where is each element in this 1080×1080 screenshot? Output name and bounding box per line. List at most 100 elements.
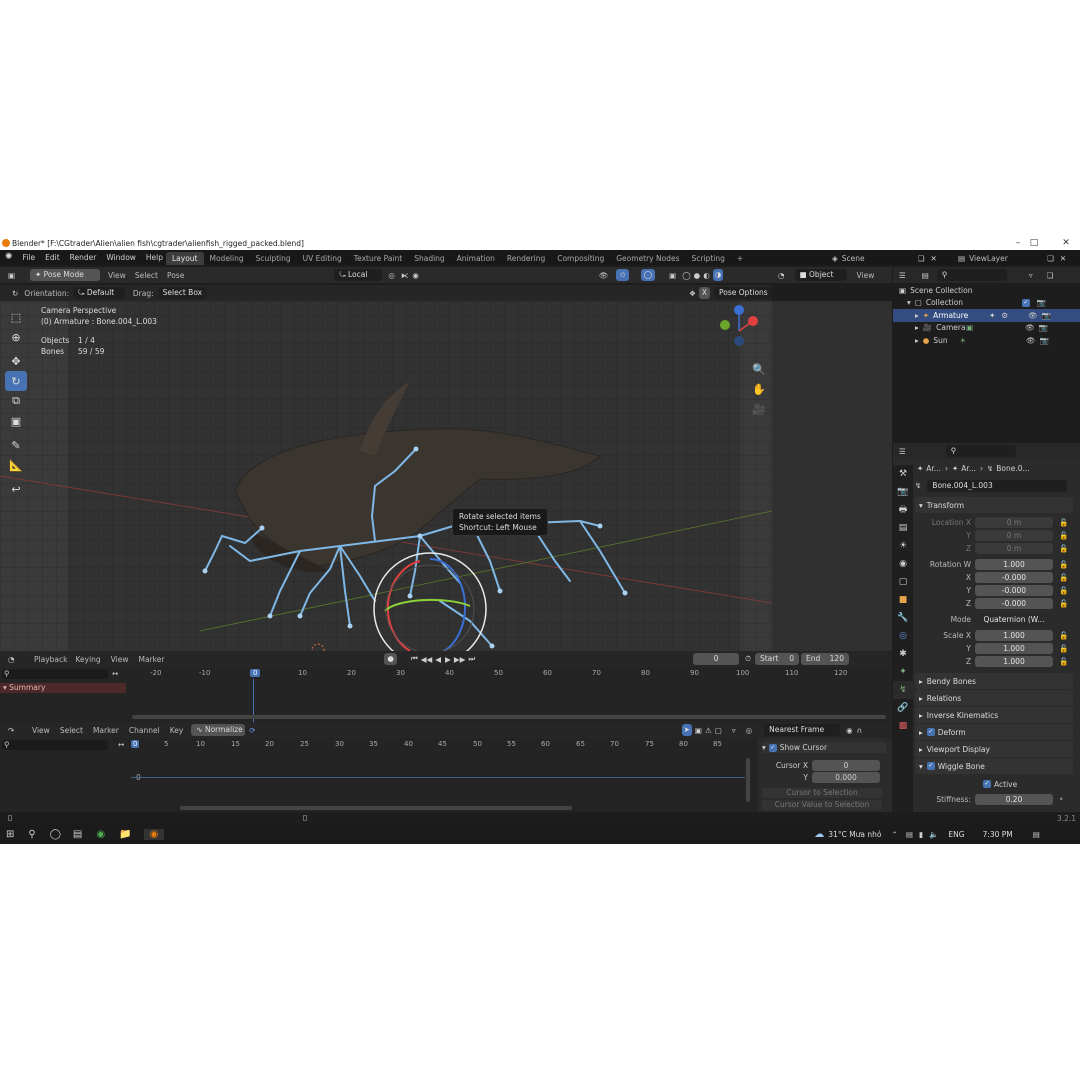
scale-y-field[interactable]: 1.000 bbox=[975, 642, 1053, 654]
lock-icon[interactable]: 🔓 bbox=[1059, 599, 1068, 608]
collection-checkbox[interactable]: ✓ bbox=[1021, 298, 1030, 307]
viewport-menu-pose[interactable]: Pose bbox=[167, 271, 184, 280]
orientation-dropdown[interactable]: ⤿ Default bbox=[73, 287, 125, 299]
play-icon[interactable]: ▶ bbox=[445, 655, 451, 664]
texture-tab-icon[interactable]: ▩ bbox=[893, 717, 913, 735]
end-frame-field[interactable]: End 120 bbox=[800, 653, 849, 665]
record-button[interactable]: ● bbox=[384, 653, 397, 665]
next-keyframe-icon[interactable]: ▶▶ bbox=[454, 655, 466, 664]
lock-icon[interactable]: 🔓 bbox=[1059, 573, 1068, 582]
graph-filter-icon[interactable]: ▿ bbox=[732, 726, 736, 735]
graph-channel-menu[interactable]: Channel bbox=[129, 726, 160, 735]
visibility-icon[interactable]: 👁 bbox=[599, 271, 609, 280]
lock-icon[interactable]: 🔓 bbox=[1059, 544, 1068, 553]
copy-viewlayer-icon[interactable]: ❏ bbox=[1047, 254, 1054, 263]
pose-options-dropdown[interactable]: Pose Options bbox=[714, 287, 772, 299]
viewport-menu-select[interactable]: Select bbox=[135, 271, 158, 280]
chrome-icon[interactable]: ◉ bbox=[96, 829, 105, 840]
viewlayer-selector[interactable]: ▤ ViewLayer ❏ ✕ bbox=[958, 252, 1066, 264]
mirror-icon[interactable]: ❖ bbox=[689, 289, 696, 298]
navigation-gizmo[interactable] bbox=[716, 301, 766, 351]
graph-editor-icon[interactable]: ↷ bbox=[8, 726, 30, 735]
show-hidden-icon[interactable]: ⌃ bbox=[892, 830, 898, 839]
expand-arrow-icon[interactable]: ▸ bbox=[915, 311, 919, 320]
weather-text[interactable]: 31°C Mưa nhỏ bbox=[828, 830, 881, 839]
rotation-y-field[interactable]: -0.000 bbox=[975, 584, 1053, 596]
stiffness-field[interactable]: 0.20 bbox=[975, 793, 1053, 805]
bone-constraint-tab-icon[interactable]: 🔗 bbox=[893, 699, 913, 717]
graph-view-menu[interactable]: View bbox=[32, 726, 50, 735]
mirror-x-toggle[interactable]: X bbox=[698, 287, 710, 299]
collection-row[interactable]: ▾ ▢ Collection ✓ 📷 bbox=[893, 297, 1080, 310]
blender-menu-icon[interactable]: ✺ bbox=[0, 250, 18, 265]
graph-key-menu[interactable]: Key bbox=[170, 726, 184, 735]
jump-start-icon[interactable]: ⏮ bbox=[411, 654, 418, 664]
wiggle-bone-panel-header[interactable]: ▾ ✓ Wiggle Bone bbox=[915, 758, 1073, 774]
tab-rendering[interactable]: Rendering bbox=[501, 252, 551, 265]
timeline-scrollbar[interactable] bbox=[132, 715, 886, 719]
shading-wire-icon[interactable]: ◯ bbox=[682, 271, 690, 280]
pivot-graph-icon[interactable]: ◎ bbox=[746, 726, 753, 735]
hide-icon[interactable]: ▣ bbox=[695, 726, 702, 735]
cursor-x-field[interactable]: 0 bbox=[812, 760, 880, 771]
clock[interactable]: 7:30 PM bbox=[983, 830, 1013, 839]
object-view-icon[interactable]: ◔ bbox=[778, 271, 785, 280]
tab-layout[interactable]: Layout bbox=[166, 252, 204, 265]
current-frame-field[interactable]: 0 bbox=[693, 653, 740, 665]
proportional-graph-icon[interactable]: ◉ bbox=[846, 726, 853, 735]
snap-mode-dropdown[interactable]: Nearest Frame bbox=[764, 724, 841, 736]
pan-hand-icon[interactable]: ✋ bbox=[748, 379, 770, 399]
rotation-w-field[interactable]: 1.000 bbox=[975, 558, 1053, 570]
windows-start-icon[interactable]: ⊞ bbox=[6, 829, 14, 840]
expand-arrow-icon[interactable]: ▾ bbox=[907, 298, 911, 307]
scene-collection-row[interactable]: ▣ Scene Collection bbox=[893, 284, 1080, 297]
cursor-y-field[interactable]: 0.000 bbox=[812, 772, 880, 783]
battery-icon[interactable]: ▮ bbox=[919, 830, 923, 839]
rotation-mode-dropdown[interactable]: Quaternion (W... bbox=[975, 613, 1053, 625]
transform-tool-icon[interactable]: ▣ bbox=[5, 411, 27, 431]
scale-x-field[interactable]: 1.000 bbox=[975, 629, 1053, 641]
prev-keyframe-icon[interactable]: ◀◀ bbox=[421, 655, 433, 664]
weather-icon[interactable]: ☁ bbox=[814, 829, 824, 840]
object-tab-icon[interactable]: ■ bbox=[893, 591, 913, 609]
viewport-menu-view[interactable]: View bbox=[108, 271, 126, 280]
tab-modeling[interactable]: Modeling bbox=[204, 252, 250, 265]
annotate-tool-icon[interactable]: ✎ bbox=[5, 435, 27, 455]
tab-shading[interactable]: Shading bbox=[408, 252, 450, 265]
lock-icon[interactable]: 🔓 bbox=[1059, 586, 1068, 595]
cursor-to-selection-button[interactable]: Cursor to Selection bbox=[762, 788, 882, 798]
timeline-area[interactable]: ⚲ ↔ ▾ Summary -20 -10 0 10 20 30 40 50 60 70… bbox=[0, 667, 892, 723]
cursor-value-to-selection-button[interactable]: Cursor Value to Selection bbox=[762, 800, 882, 810]
lock-icon[interactable]: 🔓 bbox=[1059, 531, 1068, 540]
close-button[interactable]: ✕ bbox=[1054, 236, 1078, 250]
modifier-tab-icon[interactable]: 🔧 bbox=[893, 609, 913, 627]
play-reverse-icon[interactable]: ◀ bbox=[435, 655, 441, 664]
pose-tool-icon[interactable]: ↩ bbox=[5, 479, 27, 499]
shading-solid-icon[interactable]: ● bbox=[694, 271, 701, 280]
output-tab-icon[interactable]: 🖶 bbox=[893, 501, 913, 519]
rotate-tool-icon-button[interactable]: ↻ bbox=[5, 371, 27, 391]
location-x-field[interactable]: 0 m bbox=[975, 516, 1053, 528]
remove-viewlayer-icon[interactable]: ✕ bbox=[1060, 254, 1066, 263]
location-y-field[interactable]: 0 m bbox=[975, 529, 1053, 541]
constraints-tab-icon[interactable]: ✱ bbox=[893, 645, 913, 663]
task-view-icon[interactable]: ▤ bbox=[73, 829, 82, 840]
cortana-icon[interactable]: ◯ bbox=[50, 829, 61, 840]
expand-arrow-icon[interactable]: ▸ bbox=[915, 323, 919, 332]
overlay-toggle-icon[interactable]: ◯ bbox=[640, 269, 656, 281]
drag-dropdown[interactable]: Select Box bbox=[157, 287, 208, 299]
remove-scene-icon[interactable]: ✕ bbox=[931, 254, 937, 263]
tab-animation[interactable]: Animation bbox=[451, 252, 501, 265]
collection-tab-icon[interactable]: ▢ bbox=[893, 573, 913, 591]
graph-search[interactable]: ⚲ bbox=[2, 740, 108, 750]
lock-icon[interactable]: 🔓 bbox=[1059, 518, 1068, 527]
keyframe-dot-icon[interactable]: • bbox=[1059, 795, 1063, 804]
properties-search[interactable]: ⚲ bbox=[945, 445, 1016, 457]
rotation-x-field[interactable]: -0.000 bbox=[975, 571, 1053, 583]
graph-scrollbar[interactable] bbox=[180, 806, 572, 810]
move-tool-icon[interactable]: ✥ bbox=[5, 351, 27, 371]
location-z-field[interactable]: 0 m bbox=[975, 542, 1053, 554]
timeline-marker-menu[interactable]: Marker bbox=[138, 655, 164, 664]
tab-compositing[interactable]: Compositing bbox=[551, 252, 610, 265]
camera-restrict-icon[interactable]: 📷 bbox=[1039, 323, 1048, 332]
